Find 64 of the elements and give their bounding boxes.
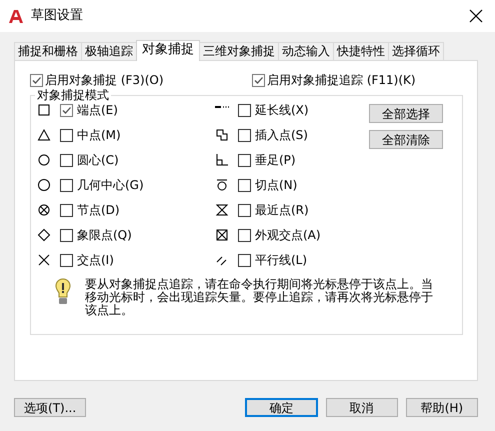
tab[interactable]: 三维对象捕捉 <box>199 42 279 60</box>
circle-icon <box>37 153 51 167</box>
checkbox[interactable] <box>238 104 251 116</box>
window-title: 草图设置 <box>31 7 83 26</box>
square-icon <box>37 103 51 117</box>
checkbox[interactable] <box>252 74 265 86</box>
hourglass-icon <box>215 203 229 217</box>
checkbox-label[interactable]: 平行线(L) <box>255 251 308 269</box>
checkbox[interactable] <box>60 228 73 242</box>
hint-text: 要从对象捕捉点追踪，请在命令执行期间将光标悬停于该点上。当移动光标时，会出现追踪矢量。要停止追踪，请再次将光标悬停于该点上。 <box>85 278 434 317</box>
triangle-icon <box>37 128 51 142</box>
checkbox[interactable] <box>60 254 73 266</box>
checkbox-label[interactable]: 端点(E) <box>77 101 118 119</box>
close-button[interactable] <box>469 9 483 23</box>
checkbox[interactable] <box>60 154 73 166</box>
checkbox-label[interactable]: 延长线(X) <box>255 101 309 119</box>
checkbox-label[interactable]: 启用对象捕捉追踪 (F11)(K) <box>267 71 416 89</box>
checkbox-label[interactable]: 交点(I) <box>77 251 114 269</box>
checkbox-label[interactable]: 外观交点(A) <box>255 226 321 244</box>
right-angle-icon <box>215 153 229 167</box>
dialog-button[interactable]: 帮助(H) <box>406 398 478 417</box>
app-logo <box>9 9 23 23</box>
checkbox-label[interactable]: 象限点(Q) <box>77 226 132 244</box>
checkbox-label[interactable]: 几何中心(G) <box>77 176 144 194</box>
circled-x-icon <box>37 203 51 217</box>
stepped-squares-icon <box>215 128 229 142</box>
tab[interactable]: 捕捉和栅格 <box>14 42 82 60</box>
tab[interactable]: 选择循环 <box>388 42 444 60</box>
checkbox[interactable] <box>60 178 73 192</box>
checkbox-label[interactable]: 中点(M) <box>77 126 121 144</box>
dialog-button[interactable]: 选项(T)... <box>14 398 86 417</box>
checkbox[interactable] <box>238 154 251 166</box>
diamond-icon <box>37 228 51 242</box>
checkbox-label[interactable]: 插入点(S) <box>255 126 308 144</box>
checkbox-label[interactable]: 启用对象捕捉 (F3)(O) <box>45 71 164 89</box>
checkbox[interactable] <box>238 228 251 242</box>
circle-icon <box>37 178 51 192</box>
checkbox[interactable] <box>238 254 251 266</box>
group-title: 对象捕捉模式 <box>35 87 111 103</box>
checkbox[interactable] <box>60 104 73 116</box>
dialog-button[interactable]: 取消 <box>326 398 398 417</box>
tab[interactable]: 快捷特性 <box>333 42 389 60</box>
select-button[interactable]: 全部清除 <box>369 130 443 149</box>
circle-line-icon <box>215 178 229 192</box>
dialog-button[interactable]: 确定 <box>245 398 318 417</box>
dashed-line-icon <box>215 106 229 108</box>
tab[interactable]: 动态输入 <box>278 42 334 60</box>
checkbox[interactable] <box>30 74 43 86</box>
checkbox-label[interactable]: 圆心(C) <box>77 151 119 169</box>
select-button[interactable]: 全部选择 <box>369 104 443 123</box>
checkbox-label[interactable]: 切点(N) <box>255 176 298 194</box>
boxed-x-icon <box>215 228 229 242</box>
checkbox[interactable] <box>60 128 73 142</box>
checkbox-label[interactable]: 垂足(P) <box>255 151 296 169</box>
checkbox-label[interactable]: 最近点(R) <box>255 201 309 219</box>
checkbox-label[interactable]: 节点(D) <box>77 201 120 219</box>
tab[interactable]: 对象捕捉 <box>136 40 200 61</box>
x-mark-icon <box>37 253 51 267</box>
lightbulb-icon <box>55 278 71 306</box>
checkbox[interactable] <box>238 178 251 192</box>
checkbox[interactable] <box>238 128 251 142</box>
checkbox[interactable] <box>238 204 251 216</box>
checkbox[interactable] <box>60 204 73 216</box>
tab[interactable]: 极轴追踪 <box>81 42 137 60</box>
